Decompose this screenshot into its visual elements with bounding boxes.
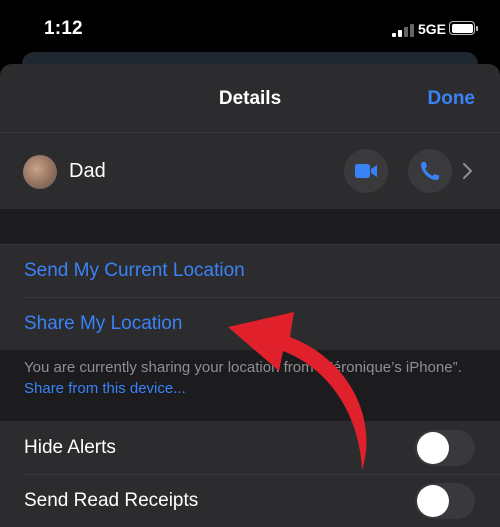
share-from-device-link[interactable]: Share from this device... <box>24 380 186 397</box>
phone-call-icon <box>421 162 439 180</box>
chevron-right-icon[interactable] <box>462 162 474 180</box>
location-info-text: You are currently sharing your location … <box>24 359 462 376</box>
status-time: 1:12 <box>44 18 83 39</box>
network-label: 5GE <box>418 21 447 37</box>
battery-icon <box>449 21 478 35</box>
section-gap <box>0 209 500 244</box>
location-group: Send My Current Location Share My Locati… <box>0 244 500 350</box>
phone-call-button[interactable] <box>408 149 452 193</box>
settings-group: Hide Alerts Send Read Receipts <box>0 421 500 527</box>
page-title: Details <box>218 88 282 109</box>
divider <box>24 297 500 298</box>
divider <box>24 474 500 475</box>
hide-alerts-toggle[interactable] <box>415 430 475 466</box>
signal-icon <box>392 23 414 37</box>
hide-alerts-label: Hide Alerts <box>24 437 116 458</box>
details-sheet: Details Done Dad Send My Current Locatio… <box>0 64 500 527</box>
nav-bar: Details Done <box>0 64 500 133</box>
share-my-location-button[interactable]: Share My Location <box>24 313 182 335</box>
contact-row[interactable]: Dad <box>0 133 500 209</box>
location-info: You are currently sharing your location … <box>24 357 474 399</box>
avatar <box>23 155 57 189</box>
video-call-icon <box>355 164 377 178</box>
read-receipts-label: Send Read Receipts <box>24 490 199 511</box>
read-receipts-toggle[interactable] <box>415 483 475 519</box>
done-button[interactable]: Done <box>428 88 476 110</box>
contact-name: Dad <box>69 160 106 182</box>
video-call-button[interactable] <box>344 149 388 193</box>
send-current-location-button[interactable]: Send My Current Location <box>24 260 245 282</box>
